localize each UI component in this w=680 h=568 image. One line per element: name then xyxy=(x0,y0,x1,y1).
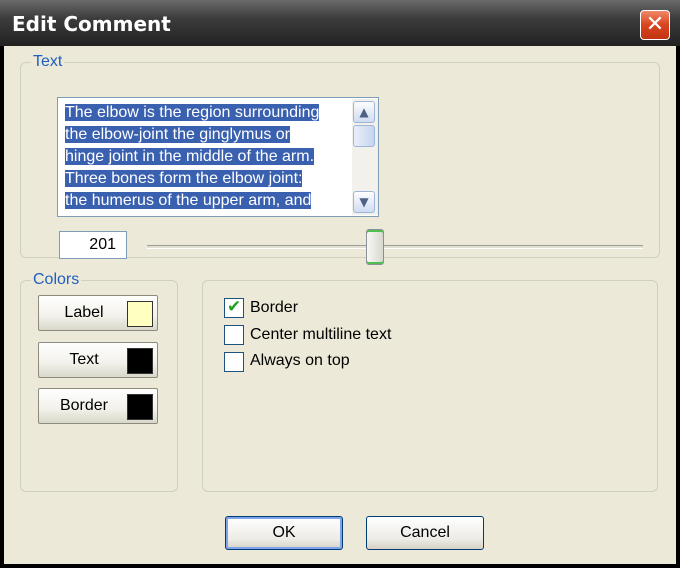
label-color-swatch xyxy=(127,301,153,327)
dialog-client: Text The elbow is the region surrounding… xyxy=(4,46,676,564)
text-color-button[interactable]: Text xyxy=(38,342,158,378)
checkmark-icon: ✔ xyxy=(227,297,242,317)
colors-group-legend: Colors xyxy=(31,271,82,289)
scroll-down-button[interactable]: ▼ xyxy=(353,191,375,213)
center-multiline-option-label: Center multiline text xyxy=(250,326,392,343)
border-color-button[interactable]: Border xyxy=(38,388,158,424)
title-bar[interactable]: Edit Comment ✕ xyxy=(0,0,680,46)
ok-button[interactable]: OK xyxy=(225,516,343,550)
textarea-scrollbar[interactable]: ▲ ▼ xyxy=(352,99,378,215)
chevron-down-icon: ▼ xyxy=(359,195,369,209)
comment-line: Three bones form the elbow joint: xyxy=(65,170,303,187)
text-group-legend: Text xyxy=(31,53,65,71)
comment-line: the elbow-joint the ginglymus or xyxy=(65,126,291,143)
label-color-button[interactable]: Label xyxy=(38,295,158,331)
text-group: Text The elbow is the region surrounding… xyxy=(20,53,660,265)
comment-line: hinge joint in the middle of the arm. xyxy=(65,148,315,165)
slider-value-field[interactable]: 201 xyxy=(59,231,127,259)
dialog-window: Edit Comment ✕ Text The elbow is the reg… xyxy=(0,0,680,568)
comment-text: The elbow is the region surrounding the … xyxy=(65,102,345,212)
always-on-top-checkbox[interactable]: ✔ xyxy=(224,352,244,372)
label-color-button-label: Label xyxy=(64,304,104,321)
text-color-swatch xyxy=(127,348,153,374)
comment-line: the humerus of the upper arm, and xyxy=(65,192,312,209)
slider-thumb[interactable] xyxy=(366,229,385,265)
center-multiline-checkbox[interactable]: ✔ xyxy=(224,325,244,345)
close-button[interactable]: ✕ xyxy=(640,10,670,40)
close-icon: ✕ xyxy=(645,12,665,37)
border-option-label: Border xyxy=(250,299,299,316)
border-color-swatch xyxy=(127,394,153,420)
chevron-up-icon: ▲ xyxy=(359,105,369,119)
comment-textarea[interactable]: The elbow is the region surrounding the … xyxy=(57,97,379,217)
comment-line: The elbow is the region surrounding xyxy=(65,104,320,121)
scroll-thumb[interactable] xyxy=(353,125,375,147)
slider-track[interactable] xyxy=(147,245,643,249)
scroll-up-button[interactable]: ▲ xyxy=(353,101,375,123)
cancel-button[interactable]: Cancel xyxy=(366,516,484,550)
always-on-top-option-label: Always on top xyxy=(250,352,350,369)
window-title: Edit Comment xyxy=(12,12,171,36)
text-color-button-label: Text xyxy=(69,351,99,368)
border-color-button-label: Border xyxy=(59,397,109,414)
border-checkbox[interactable]: ✔ xyxy=(224,297,244,318)
